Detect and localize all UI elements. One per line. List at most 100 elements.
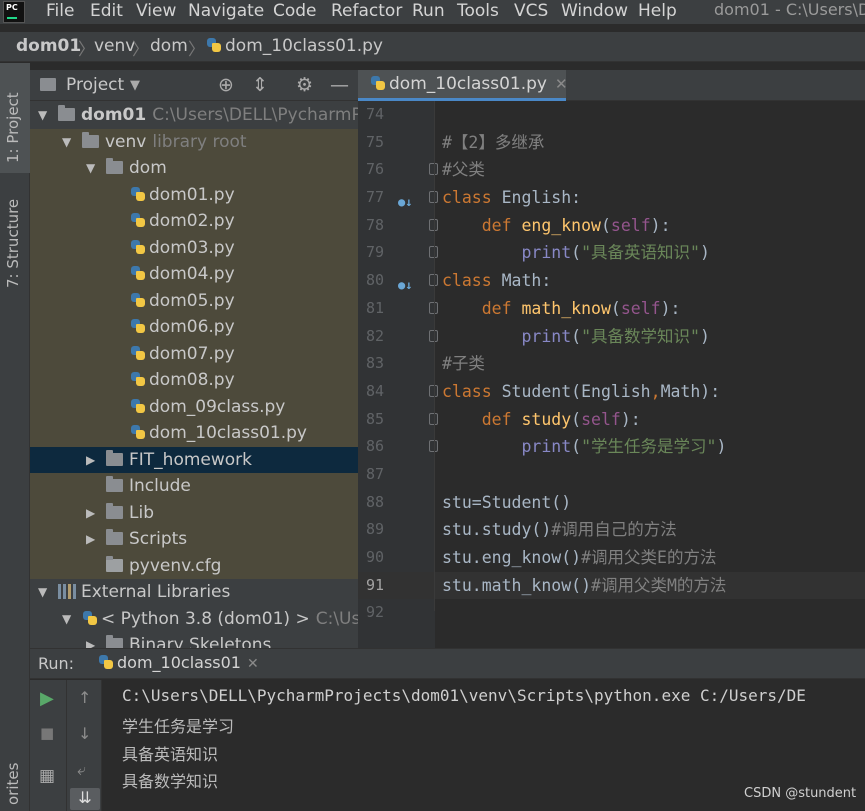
tree-item-label: venv	[105, 131, 147, 152]
chevron-down-icon[interactable]: ▼	[130, 78, 140, 93]
line-number: 78	[365, 215, 384, 234]
chevron-right-icon[interactable]: ▶	[86, 447, 95, 473]
tree-item[interactable]: ▼ dom01C:\Users\DELL\PycharmProje	[30, 102, 358, 129]
run-tab[interactable]: dom_10class01 ✕	[94, 649, 259, 680]
close-icon[interactable]: ✕	[247, 656, 259, 672]
menu-help[interactable]: Help	[638, 0, 677, 22]
folder-icon	[106, 158, 123, 174]
tree-item[interactable]: dom03.py	[30, 234, 358, 261]
tree-item[interactable]: dom_09class.py	[30, 393, 358, 420]
stop-icon[interactable]: ■	[40, 724, 54, 742]
chevron-down-icon[interactable]: ▼	[86, 155, 95, 181]
line-number: 84	[365, 381, 384, 400]
breadcrumb-project[interactable]: dom01	[16, 36, 81, 56]
tree-item[interactable]: ▼ venv library root	[30, 128, 358, 155]
tree-item[interactable]: dom01.py	[30, 181, 358, 208]
locate-target-icon[interactable]: ⊕	[218, 74, 234, 96]
watermark: CSDN @stundent	[744, 786, 857, 801]
tree-item[interactable]: dom04.py	[30, 261, 358, 288]
tree-item-content: Binary Skeletons	[106, 632, 271, 648]
close-icon[interactable]: ✕	[555, 75, 568, 93]
breadcrumb-file[interactable]: dom_10class01.py	[206, 36, 383, 56]
tree-item[interactable]: ▶ FIT_homework	[30, 446, 358, 473]
python-file-icon	[130, 371, 146, 388]
tool-tab-structure[interactable]: 7: Structure	[4, 199, 22, 288]
tree-item[interactable]: ▶ Lib	[30, 499, 358, 526]
tree-item[interactable]: dom08.py	[30, 367, 358, 394]
tree-item[interactable]: ▶ Binary Skeletons	[30, 632, 358, 648]
code-text: class English:	[442, 188, 582, 208]
chevron-down-icon[interactable]: ▼	[62, 606, 71, 632]
menu-navigate[interactable]: Navigate	[188, 0, 264, 22]
chevron-down-icon[interactable]: ▼	[62, 129, 71, 155]
chevron-right-icon[interactable]: ▶	[86, 526, 95, 552]
tree-item[interactable]: dom_10class01.py	[30, 420, 358, 447]
breadcrumb-dom[interactable]: dom	[150, 36, 188, 56]
tree-item[interactable]: ▼ External Libraries	[30, 579, 358, 606]
tree-item[interactable]: ▼ < Python 3.8 (dom01) >C:\Users\	[30, 605, 358, 632]
line-number: 74	[365, 105, 384, 123]
chevron-right-icon: 〉	[78, 40, 95, 60]
arrow-up-icon[interactable]: ↑	[78, 688, 91, 707]
tree-item[interactable]: dom02.py	[30, 208, 358, 235]
python-file-icon	[98, 654, 114, 671]
breadcrumb-venv[interactable]: venv	[94, 36, 135, 56]
menu-tools[interactable]: Tools	[457, 0, 499, 22]
project-title[interactable]: Project	[66, 75, 124, 95]
rerun-icon[interactable]: ▶	[40, 688, 54, 709]
chevron-right-icon: 〉	[188, 40, 205, 60]
tree-item-label: dom_09class.py	[149, 396, 286, 417]
tree-item[interactable]: dom05.py	[30, 287, 358, 314]
code-text: class Math:	[442, 271, 552, 291]
console-line: 学生任务是学习	[122, 717, 235, 736]
toolbar-divider	[66, 680, 67, 811]
tree-item-hint: C:\Users\	[315, 608, 358, 629]
menu-view[interactable]: View	[136, 0, 176, 22]
menu-refactor[interactable]: Refactor	[331, 0, 402, 22]
line-number: 87	[365, 464, 384, 483]
tree-item[interactable]: Include	[30, 473, 358, 500]
menu-code[interactable]: Code	[273, 0, 317, 22]
run-toolbar: ▶ ■ ▦ ↑ ↓ ⤶ ⇊	[30, 680, 102, 811]
menu-run[interactable]: Run	[412, 0, 445, 22]
arrow-down-icon[interactable]: ↓	[78, 724, 91, 743]
python-file-icon	[130, 345, 146, 362]
tree-item-content: External Libraries	[58, 579, 230, 605]
chevron-down-icon[interactable]: ▼	[38, 102, 47, 128]
tree-item[interactable]: pyvenv.cfg	[30, 552, 358, 579]
code-text: #父类	[442, 160, 485, 180]
chevron-right-icon: 〉	[132, 40, 149, 60]
menu-bar: PC File Edit View Navigate Code Refactor…	[0, 0, 865, 24]
tool-tab-project[interactable]: 1: Project	[4, 92, 22, 163]
tree-item[interactable]: dom07.py	[30, 340, 358, 367]
code-text: def study(self):	[481, 409, 641, 429]
tree-item-content: dom06.py	[130, 314, 235, 340]
soft-wrap-icon[interactable]: ⤶	[77, 760, 86, 780]
folder-icon	[106, 502, 123, 519]
menu-window[interactable]: Window	[561, 0, 628, 22]
editor-tab[interactable]: dom_10class01.py ✕	[358, 70, 568, 101]
chevron-down-icon[interactable]: ▼	[38, 579, 47, 605]
folder-icon	[106, 449, 123, 466]
tree-item[interactable]: ▶ Scripts	[30, 526, 358, 553]
tree-item[interactable]: dom06.py	[30, 314, 358, 341]
tree-item[interactable]: ▼ dom	[30, 155, 358, 182]
menu-file[interactable]: File	[46, 0, 74, 22]
pycharm-logo-icon: PC	[3, 1, 25, 23]
collapse-all-icon[interactable]: ⇕	[252, 74, 268, 96]
layout-icon[interactable]: ▦	[39, 766, 55, 786]
scroll-to-end-icon[interactable]: ⇊	[70, 788, 100, 810]
gear-icon[interactable]: ⚙	[296, 74, 313, 96]
tree-item-content: dom03.py	[130, 235, 235, 261]
folder-icon	[106, 476, 123, 492]
tree-item-content: dom02.py	[130, 208, 235, 234]
tool-tab-favorites[interactable]: orites	[4, 763, 22, 805]
menu-edit[interactable]: Edit	[90, 0, 123, 22]
chevron-right-icon[interactable]: ▶	[86, 500, 95, 526]
minimize-icon[interactable]: —	[330, 74, 349, 96]
menu-vcs[interactable]: VCS	[514, 0, 548, 22]
python-file-icon	[130, 318, 146, 335]
left-tool-strip: 1: Project 7: Structure orites	[0, 63, 30, 811]
chevron-right-icon[interactable]: ▶	[86, 632, 95, 648]
folder-icon	[106, 635, 123, 648]
